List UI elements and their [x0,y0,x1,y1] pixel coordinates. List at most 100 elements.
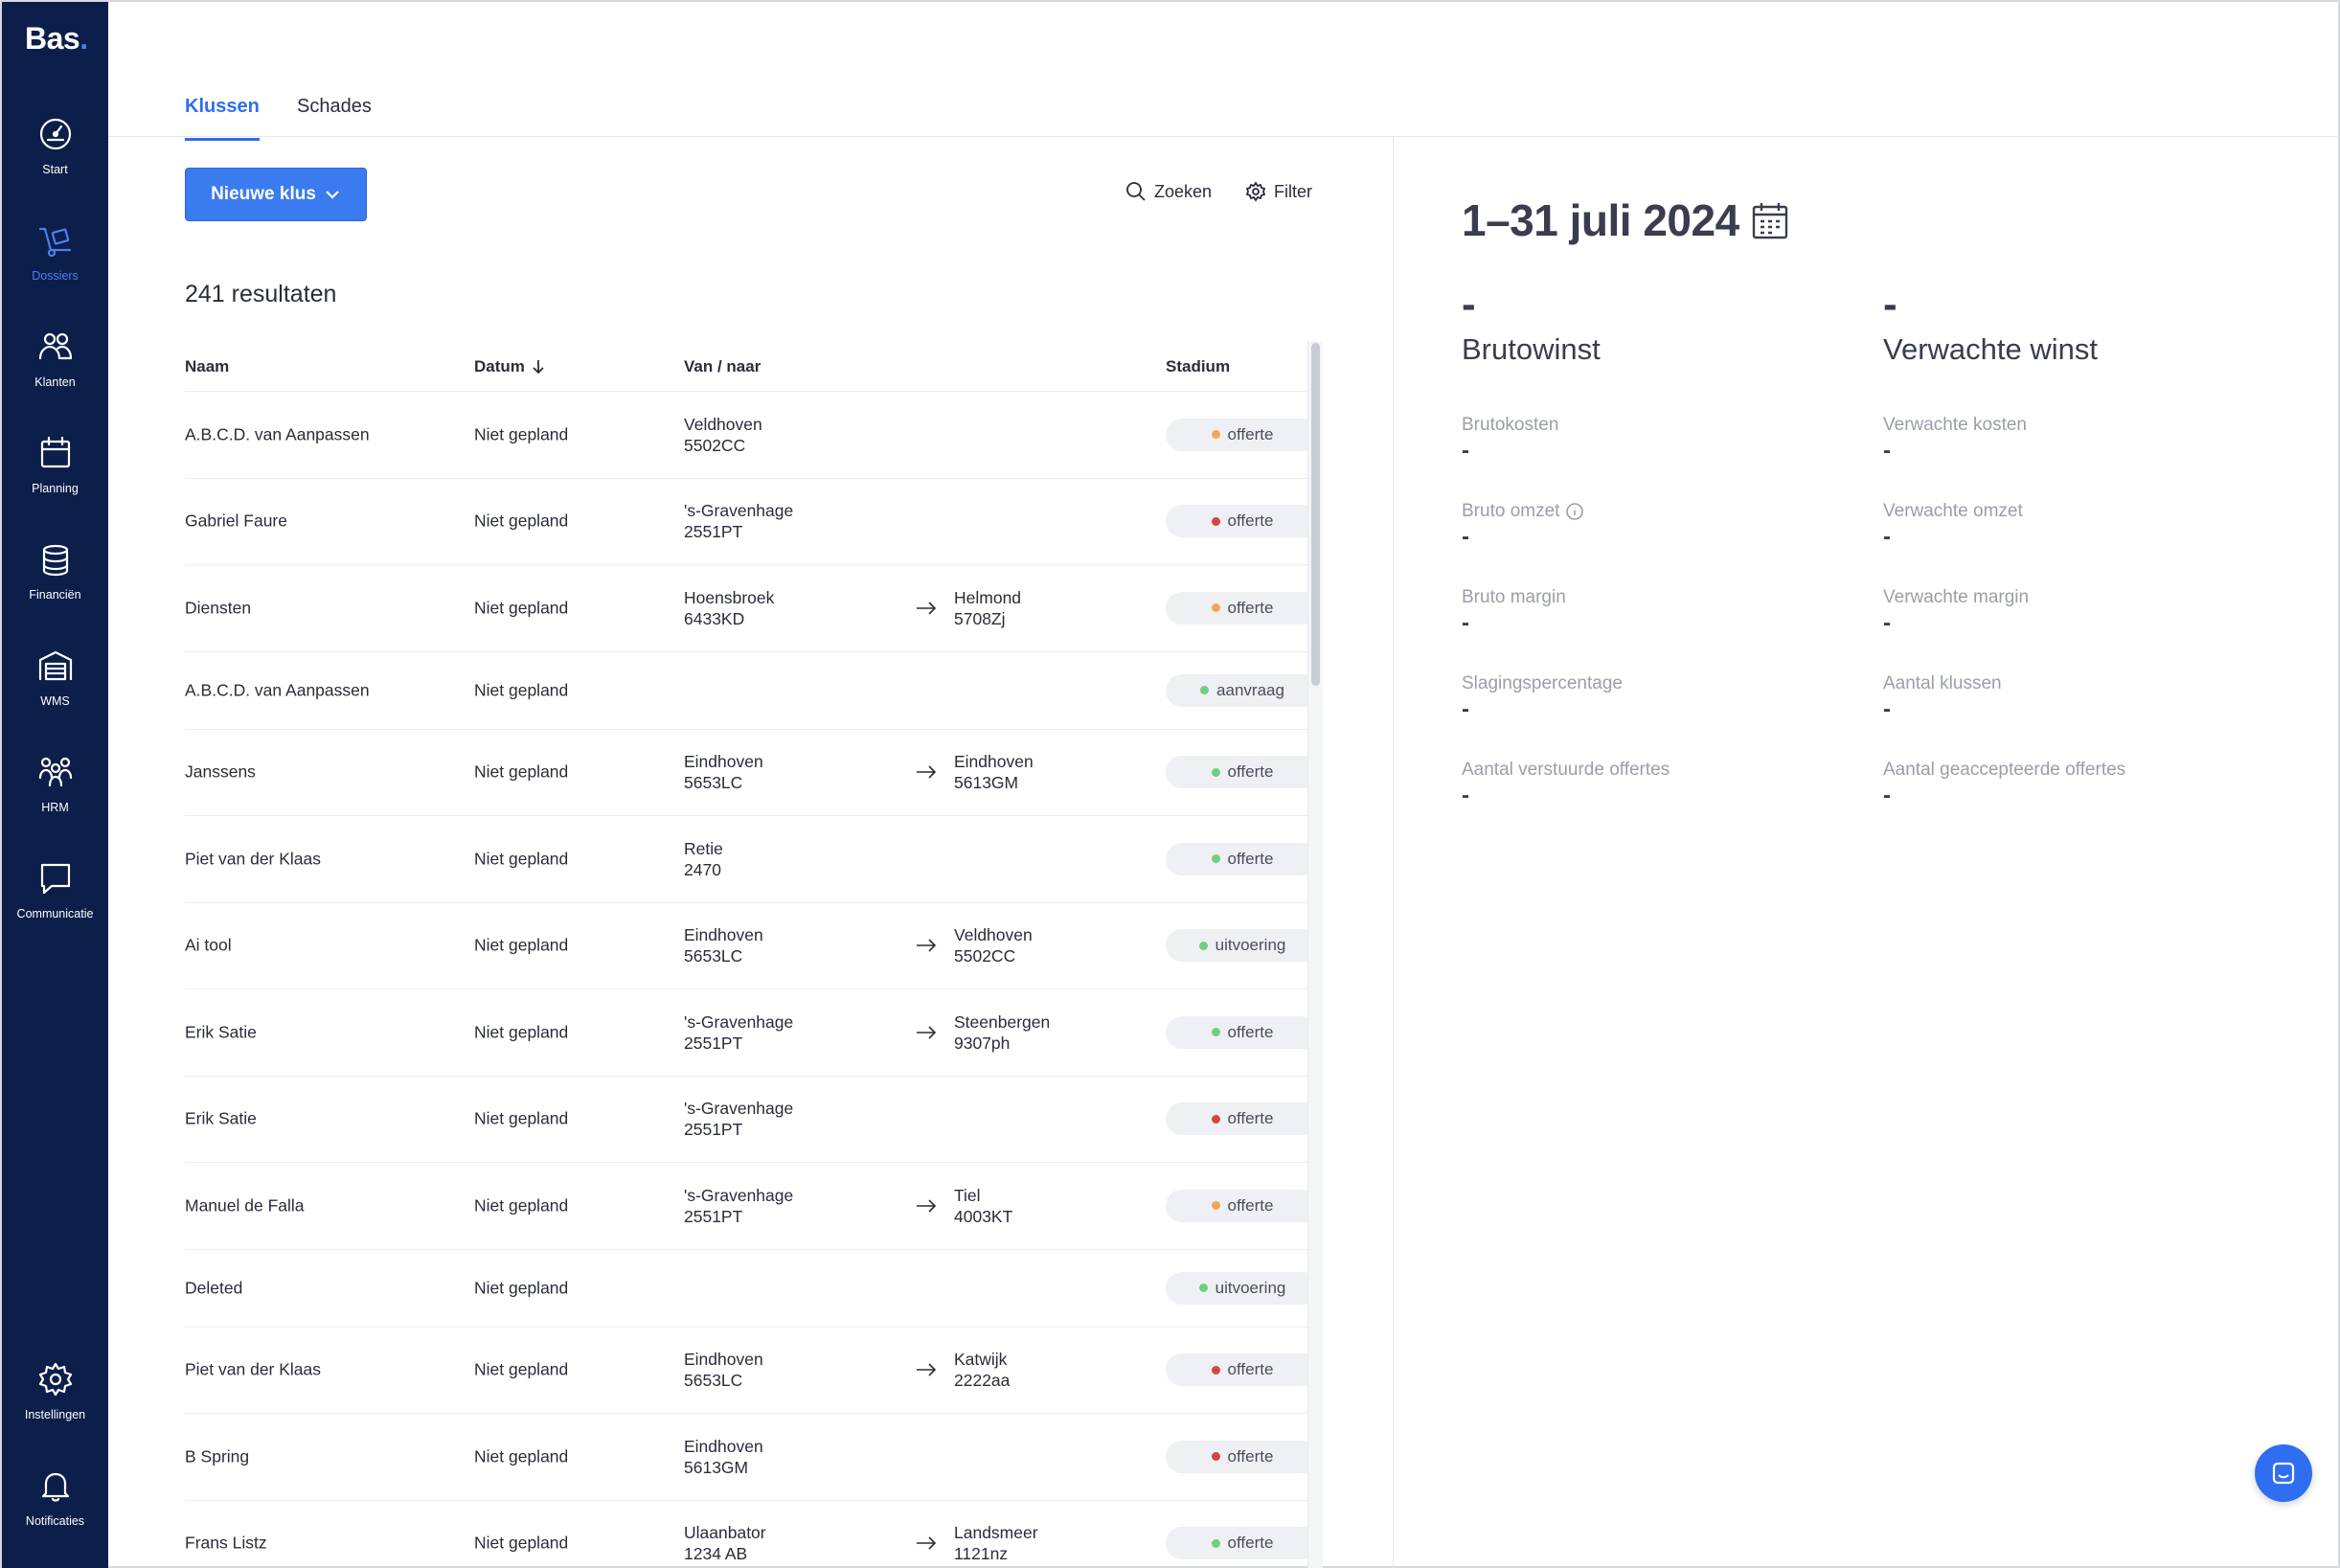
sidebar-item-start[interactable]: Start [2,115,108,211]
table-row[interactable]: Erik Satie Niet gepland 's-Gravenhage 2551P… [185,1077,1319,1163]
to-city: Veldhoven [954,925,1033,945]
sidebar-item-label: WMS [40,694,70,708]
status-badge[interactable]: offerte [1166,1015,1319,1049]
table-row[interactable]: Ai tool Niet gepland Eindhoven 5653LC Veldho… [185,903,1319,989]
row-date: Niet gepland [474,761,569,782]
status-dot [1198,941,1208,950]
sidebar-item-instellingen[interactable]: Instellingen [2,1360,108,1456]
expected-profit-value: - [1883,281,1897,328]
from-zip: 2551PT [684,1033,743,1053]
from-city: 's-Gravenhage [684,1099,794,1119]
metric-success-rate: Slagingspercentage - [1462,673,1623,722]
column-header-name[interactable]: Naam [185,357,229,376]
table-row[interactable]: Erik Satie Niet gepland 's-Gravenhage 2551P… [185,989,1319,1077]
sidebar-item-financien[interactable]: Financiën [2,540,108,636]
to-city: Katwijk [954,1350,1008,1370]
row-date: Niet gepland [474,849,569,869]
status-badge[interactable]: offerte [1166,1353,1319,1387]
status-badge[interactable]: offerte [1166,842,1319,875]
status-badge[interactable]: offerte [1166,1189,1319,1222]
sidebar-item-notificaties[interactable]: Notificaties [2,1466,108,1562]
status-badge[interactable]: offerte [1166,591,1319,625]
arrow-right-icon [916,602,937,615]
new-job-button[interactable]: Nieuwe klus [185,168,367,221]
table-row[interactable]: A.B.C.D. van Aanpassen Niet gepland aanvra… [185,652,1319,730]
from-city: 's-Gravenhage [684,1011,794,1032]
sidebar-item-label: Planning [32,482,79,495]
status-badge[interactable]: aanvraag [1166,673,1319,707]
gear-icon [1245,181,1266,202]
status-badge[interactable]: uitvoering [1166,929,1319,963]
tab-klussen[interactable]: Klussen [185,96,260,141]
status-badge[interactable]: offerte [1166,1527,1319,1560]
status-dot [1211,1538,1220,1548]
row-name: Diensten [185,598,252,618]
from-city: Eindhoven [684,752,763,772]
status-badge[interactable]: uitvoering [1166,1271,1319,1305]
table-row[interactable]: Frans Listz Niet gepland Ulaanbator 1234 AB… [185,1501,1319,1568]
status-badge[interactable]: offerte [1166,505,1319,538]
sidebar-item-klanten[interactable]: Klanten [2,328,108,423]
table-row[interactable]: Deleted Niet gepland uitvoering [185,1250,1319,1328]
gauge-icon [39,118,71,150]
to-zip: 2222aa [954,1371,1011,1391]
to-zip: 5613GM [954,773,1019,793]
status-label: offerte [1227,1109,1274,1128]
sidebar-item-hrm[interactable]: HRM [2,753,108,849]
row-date: Niet gepland [474,1533,569,1553]
row-to-address: Tiel 4003KT [954,1185,1012,1227]
row-to-address: Landsmeer 1121nz [954,1522,1038,1564]
row-date: Niet gepland [474,1359,569,1379]
from-city: 's-Gravenhage [684,1185,794,1205]
tab-schades[interactable]: Schades [297,96,372,138]
support-chat-button[interactable] [2255,1444,2312,1502]
arrow-right-icon [916,1363,937,1376]
status-badge[interactable]: offerte [1166,1102,1319,1136]
status-label: offerte [1227,424,1274,443]
sidebar-item-dossiers[interactable]: Dossiers [2,221,108,317]
sidebar-item-communicatie[interactable]: Communicatie [2,859,108,955]
search-button[interactable]: Zoeken [1125,181,1212,202]
coins-icon [42,544,68,577]
to-city: Eindhoven [954,752,1034,772]
app-logo[interactable]: Bas. [25,21,88,57]
info-icon[interactable] [1565,502,1584,521]
jobs-list-pane: Nieuwe klus Zoeken Filter 241 resultaten… [108,137,1394,1568]
table-row[interactable]: Manuel de Falla Niet gepland 's-Gravenhage… [185,1163,1319,1250]
sidebar-item-planning[interactable]: Planning [2,434,108,530]
status-badge[interactable]: offerte [1166,418,1319,451]
table-row[interactable]: A.B.C.D. van Aanpassen Niet gepland Veldho… [185,392,1319,479]
table-row[interactable]: Janssens Niet gepland Eindhoven 5653LC Eindh… [185,730,1319,816]
metric-sent-quotes: Aantal verstuurde offertes - [1462,760,1670,808]
gross-profit-title: Brutowinst [1462,332,1601,366]
table-row[interactable]: Piet van der Klaas Niet gepland Eindhoven 5… [185,1328,1319,1414]
row-name: Ai tool [185,935,232,955]
status-label: offerte [1227,598,1274,617]
status-badge[interactable]: offerte [1166,1440,1319,1473]
sidebar-item-wms[interactable]: WMS [2,647,108,742]
column-header-date[interactable]: Datum [474,357,546,376]
period-selector[interactable]: 1–31 juli 2024 [1462,194,1791,246]
column-header-stage[interactable]: Stadium [1166,357,1230,376]
table-row[interactable]: Gabriel Faure Niet gepland 's-Gravenhage 25… [185,479,1319,565]
row-from-address: Eindhoven 5653LC [684,751,763,793]
calendar-icon [40,436,70,468]
column-header-route[interactable]: Van / naar [684,357,761,376]
table-row[interactable]: Piet van der Klaas Niet gepland Retie 2470 o… [185,816,1319,903]
dolly-icon [38,227,71,258]
status-label: uitvoering [1215,1278,1286,1297]
table-row[interactable]: Diensten Niet gepland Hoensbroek 6433KD Helm… [185,565,1319,652]
filter-button[interactable]: Filter [1245,181,1312,202]
row-name: Frans Listz [185,1533,267,1553]
status-label: offerte [1227,1195,1274,1215]
status-badge[interactable]: offerte [1166,756,1319,789]
from-zip: 6433KD [684,608,745,628]
team-icon [38,757,72,787]
table-row[interactable]: B Spring Niet gepland Eindhoven 5613GM offer… [185,1414,1319,1501]
search-label: Zoeken [1154,181,1213,201]
table-scrollbar-thumb[interactable] [1311,343,1320,686]
from-zip: 2551PT [684,1120,743,1140]
gross-profit-column: - Brutowinst Brutokosten - Bruto omzet -… [1462,284,1864,807]
table-header: Naam Datum Van / naar Stadium [185,344,1317,392]
row-date: Niet gepland [474,1446,569,1466]
